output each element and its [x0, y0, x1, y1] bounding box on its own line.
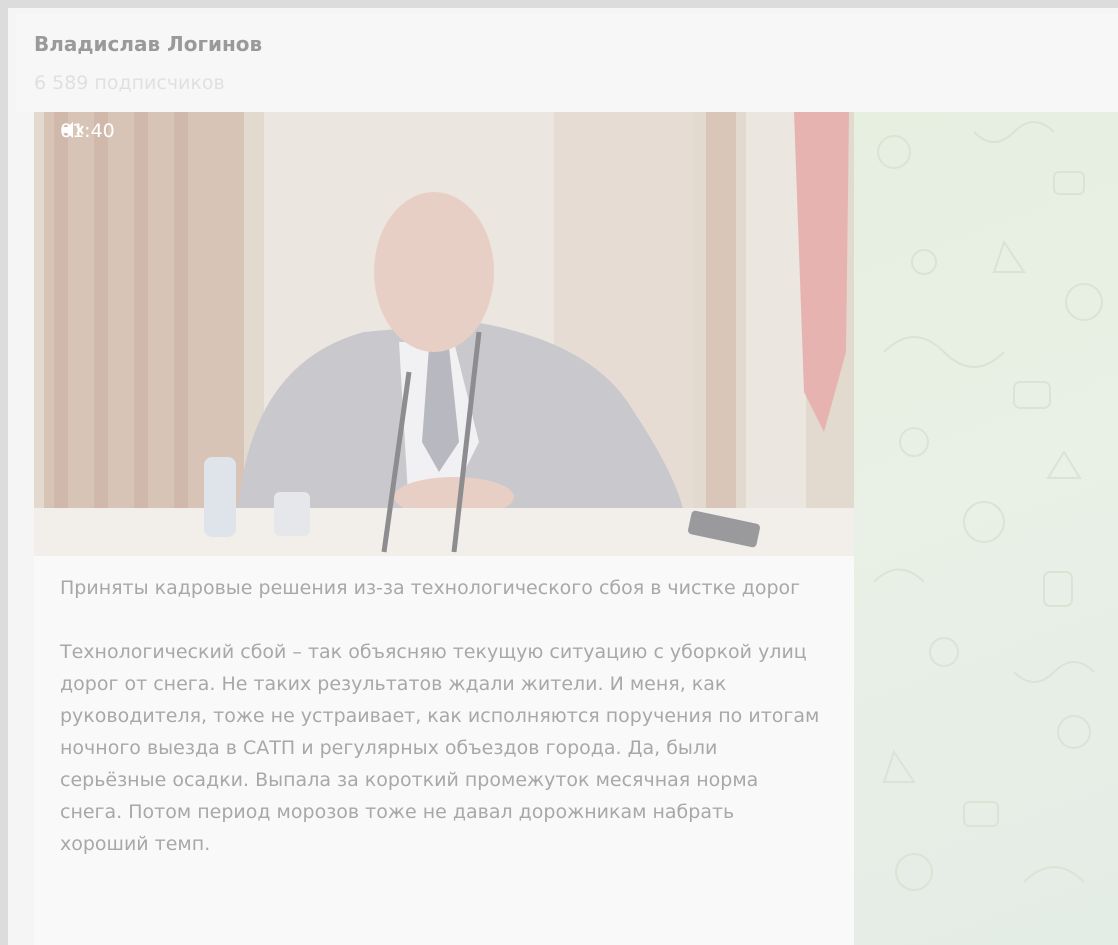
subscriber-count: 6 589 подписчиков — [34, 72, 225, 94]
video-player[interactable]: 01:40 — [34, 112, 854, 556]
channel-header[interactable]: Владислав Логинов 6 589 подписчиков — [16, 14, 1118, 112]
video-frame — [34, 112, 854, 556]
channel-post: 01:40 Приняты кадровые решения из-за тех… — [34, 112, 854, 945]
channel-title[interactable]: Владислав Логинов — [34, 32, 262, 56]
muted-speaker-icon[interactable] — [62, 121, 149, 141]
chat-wallpaper — [854, 112, 1118, 945]
video-time-badge: 01:40 — [60, 120, 149, 142]
post-text: Приняты кадровые решения из-за технологи… — [60, 572, 820, 860]
doodle-pattern — [873, 121, 1103, 891]
telegram-channel-window: Владислав Логинов 6 589 подписчиков 01:4… — [8, 8, 1118, 945]
post-headline: Приняты кадровые решения из-за технологи… — [60, 577, 801, 599]
post-body: Технологический сбой – так объясняю теку… — [60, 641, 820, 855]
